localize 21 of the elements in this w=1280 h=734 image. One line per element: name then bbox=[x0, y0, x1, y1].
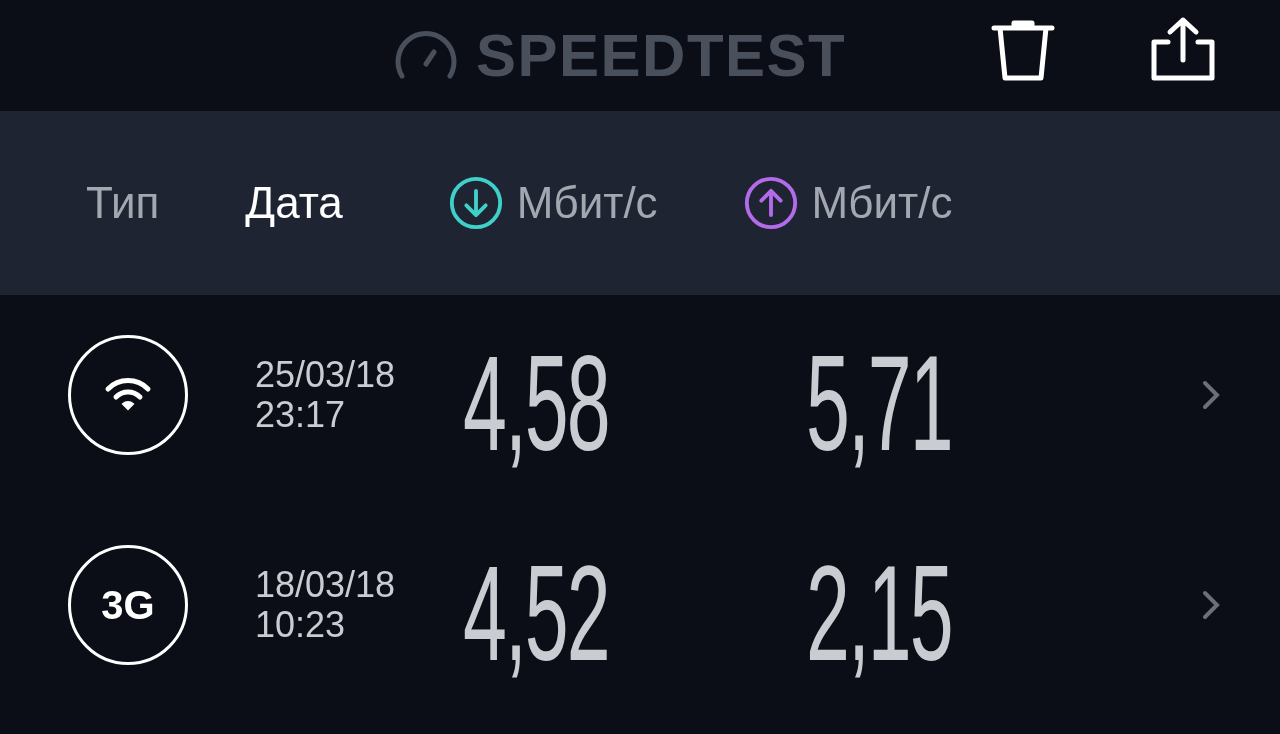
column-header[interactable]: Дата bbox=[245, 170, 343, 236]
open-details-button[interactable] bbox=[1201, 379, 1221, 411]
trash-icon bbox=[990, 20, 1056, 82]
app-title: SPEEDTEST bbox=[476, 20, 847, 91]
wifi-icon bbox=[68, 335, 188, 455]
column-header[interactable]: Тип bbox=[86, 170, 160, 236]
delete-button[interactable] bbox=[990, 20, 1056, 82]
result-date: 25/03/18 bbox=[255, 355, 397, 395]
column-header[interactable]: Мбит/с bbox=[446, 170, 658, 236]
chevron-right-icon bbox=[1201, 379, 1221, 411]
column-header[interactable]: Мбит/с bbox=[741, 170, 953, 236]
open-details-button[interactable] bbox=[1201, 589, 1221, 621]
download-speed: 4,52 bbox=[463, 545, 609, 681]
result-date: 18/03/18 bbox=[255, 565, 397, 605]
result-time: 10:23 bbox=[255, 605, 347, 645]
chevron-right-icon bbox=[1201, 589, 1221, 621]
upload-speed: 5,71 bbox=[806, 335, 952, 471]
upload-speed: 2,15 bbox=[806, 545, 952, 681]
network-badge: 3G bbox=[68, 545, 188, 665]
result-time: 23:17 bbox=[255, 395, 347, 435]
download-speed: 4,58 bbox=[463, 335, 609, 471]
